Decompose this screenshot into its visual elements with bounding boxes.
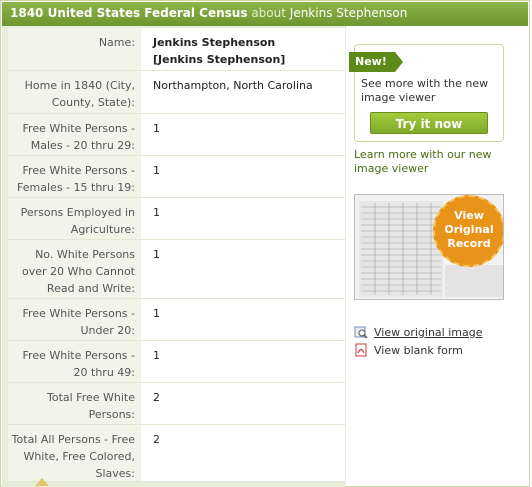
name-alternate: [Jenkins Stephenson]: [153, 53, 286, 66]
row-label: Home in 1840 (City, County, State):: [8, 71, 141, 113]
row-value: 1: [141, 341, 345, 382]
try-it-now-button[interactable]: Try it now: [370, 112, 488, 134]
name-label: Name:: [8, 28, 141, 70]
census-title: 1840 United States Federal Census: [10, 6, 248, 20]
table-row: Name: Jenkins Stephenson [Jenkins Stephe…: [8, 28, 345, 71]
table-row: Free White Persons - Females - 15 thru 1…: [8, 156, 345, 198]
row-value: Northampton, North Carolina: [141, 71, 345, 113]
view-original-image-label[interactable]: View original image: [374, 326, 482, 339]
view-original-record-badge[interactable]: View Original Record: [433, 195, 503, 267]
row-label: Persons Employed in Agriculture:: [8, 198, 141, 239]
new-tag: New!: [349, 52, 403, 72]
name-primary: Jenkins Stephenson: [153, 36, 276, 49]
row-value: 1: [141, 156, 345, 197]
row-value: 1: [141, 114, 345, 155]
row-value: 1: [141, 299, 345, 340]
sidebar: New! See more with the new image viewer …: [349, 44, 504, 357]
row-value: 2: [141, 383, 345, 424]
header-about: about: [251, 6, 286, 20]
row-label: Free White Persons - Females - 15 thru 1…: [8, 156, 141, 197]
table-row: Total Free White Persons: 2: [8, 383, 345, 425]
census-header: 1840 United States Federal Census about …: [2, 2, 528, 26]
row-value: 2: [141, 425, 345, 481]
view-blank-form-label[interactable]: View blank form: [374, 344, 463, 357]
learn-more-link[interactable]: Learn more with our new image viewer: [354, 148, 504, 176]
table-row: Free White Persons - Males - 20 thru 29:…: [8, 114, 345, 156]
header-person: Jenkins Stephenson: [289, 6, 408, 20]
image-links: View original image View blank form: [354, 323, 504, 359]
table-row: Persons Employed in Agriculture: 1: [8, 198, 345, 240]
row-label: Free White Persons - Under 20:: [8, 299, 141, 340]
table-row: Free White Persons - 20 thru 49: 1: [8, 341, 345, 383]
row-label: No. White Persons over 20 Who Cannot Rea…: [8, 240, 141, 298]
new-viewer-text: See more with the new image viewer: [361, 77, 489, 104]
magnifier-image-icon: [354, 325, 368, 339]
row-value: 1: [141, 198, 345, 239]
row-label: Free White Persons - 20 thru 49:: [8, 341, 141, 382]
warning-triangle-icon: [35, 478, 49, 486]
table-row: Total All Persons - Free White, Free Col…: [8, 425, 345, 482]
row-label: Total Free White Persons:: [8, 383, 141, 424]
view-blank-form-link[interactable]: View blank form: [354, 341, 504, 359]
table-row: Free White Persons - Under 20: 1: [8, 299, 345, 341]
name-value: Jenkins Stephenson [Jenkins Stephenson]: [141, 28, 345, 70]
original-record-thumbnail[interactable]: View Original Record: [354, 194, 504, 300]
row-label: Total All Persons - Free White, Free Col…: [8, 425, 141, 481]
row-value: 1: [141, 240, 345, 298]
view-original-image-link[interactable]: View original image: [354, 323, 504, 341]
table-row: No. White Persons over 20 Who Cannot Rea…: [8, 240, 345, 299]
new-viewer-promo: New! See more with the new image viewer …: [349, 44, 504, 142]
row-label: Free White Persons - Males - 20 thru 29:: [8, 114, 141, 155]
pdf-icon: [354, 343, 368, 357]
record-table: Name: Jenkins Stephenson [Jenkins Stephe…: [8, 28, 345, 482]
table-row: Home in 1840 (City, County, State): Nort…: [8, 71, 345, 114]
